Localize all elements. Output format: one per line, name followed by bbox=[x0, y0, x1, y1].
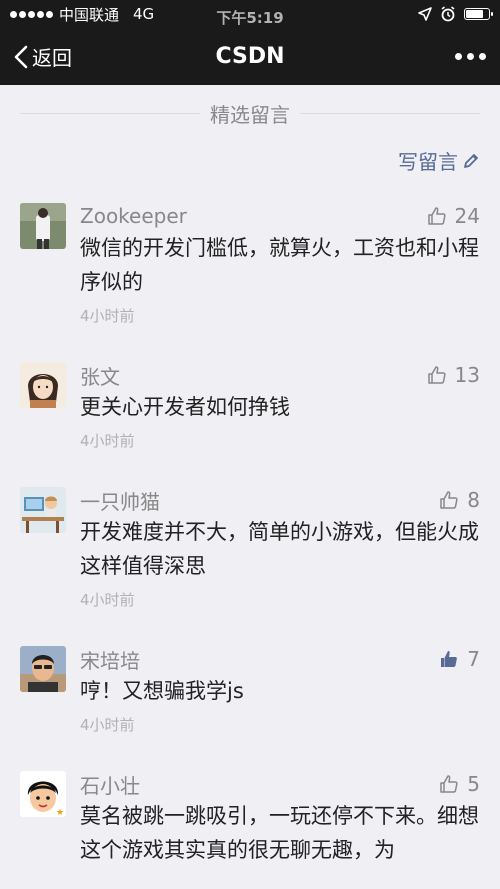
comment-text: 哼！又想骗我学js bbox=[80, 679, 244, 703]
thumbs-up-icon bbox=[427, 207, 446, 225]
more-dot bbox=[479, 53, 486, 60]
avatar[interactable] bbox=[20, 646, 66, 692]
comment-author[interactable]: 一只帅猫 bbox=[80, 486, 160, 515]
comment-item: ★ 石小壮 5 莫名被跳一跳吸引，一玩还停不下来。细想这个游戏其实真的很无聊无趣… bbox=[0, 771, 500, 867]
write-comment-button[interactable]: 写留言 bbox=[398, 146, 480, 175]
comment-list: Zookeeper 24 微信的开发门槛低，就算火，工资也和小程序似的 4小时前… bbox=[0, 203, 500, 867]
more-dot bbox=[467, 53, 474, 60]
comment-content: 张文 13 更关心开发者如何挣钱 4小时前 bbox=[80, 362, 480, 451]
comment-header: 一只帅猫 8 bbox=[80, 486, 480, 515]
avatar[interactable] bbox=[20, 487, 66, 533]
comment-header: 宋培培 7 bbox=[80, 645, 480, 674]
comment-header: Zookeeper 24 bbox=[80, 203, 480, 229]
status-right bbox=[418, 6, 493, 22]
comment-text: 更关心开发者如何挣钱 bbox=[80, 395, 290, 419]
comment-item: Zookeeper 24 微信的开发门槛低，就算火，工资也和小程序似的 4小时前 bbox=[0, 203, 500, 326]
comment-author[interactable]: 石小壮 bbox=[80, 770, 140, 799]
like-count: 13 bbox=[454, 363, 480, 387]
nav-bar: 返回 CSDN bbox=[0, 28, 500, 85]
signal-strength-icon bbox=[10, 10, 53, 18]
comment-author[interactable]: Zookeeper bbox=[80, 204, 187, 228]
comment-header: 石小壮 5 bbox=[80, 770, 480, 799]
comment-content: 石小壮 5 莫名被跳一跳吸引，一玩还停不下来。细想这个游戏其实真的很无聊无趣，为 bbox=[80, 771, 480, 867]
write-comment-label: 写留言 bbox=[398, 150, 458, 174]
thumbs-up-icon bbox=[427, 366, 446, 384]
comment-content: 一只帅猫 8 开发难度并不大，简单的小游戏，但能火成这样值得深思 4小时前 bbox=[80, 487, 480, 610]
location-icon bbox=[418, 7, 432, 21]
comment-item: 一只帅猫 8 开发难度并不大，简单的小游戏，但能火成这样值得深思 4小时前 bbox=[0, 487, 500, 610]
comment-content: Zookeeper 24 微信的开发门槛低，就算火，工资也和小程序似的 4小时前 bbox=[80, 203, 480, 326]
comment-time: 4小时前 bbox=[80, 307, 135, 325]
comment-time: 4小时前 bbox=[80, 591, 135, 609]
section-title: 精选留言 bbox=[210, 103, 290, 127]
comment-content: 宋培培 7 哼！又想骗我学js 4小时前 bbox=[80, 646, 480, 735]
battery-icon bbox=[464, 8, 493, 20]
comment-text: 微信的开发门槛低，就算火，工资也和小程序似的 bbox=[80, 236, 479, 294]
write-comment-row: 写留言 bbox=[0, 128, 500, 175]
like-button[interactable]: 13 bbox=[427, 363, 480, 387]
comment-author[interactable]: 张文 bbox=[80, 361, 120, 390]
like-count: 7 bbox=[467, 647, 480, 671]
status-left: 中国联通 4G bbox=[10, 4, 154, 25]
back-label: 返回 bbox=[32, 46, 72, 70]
like-count: 8 bbox=[467, 488, 480, 512]
like-button[interactable]: 7 bbox=[439, 647, 480, 671]
thumbs-up-icon bbox=[440, 491, 458, 509]
avatar[interactable] bbox=[20, 203, 66, 249]
featured-comments-header: 精选留言 bbox=[0, 99, 500, 128]
page-title: CSDN bbox=[215, 44, 285, 69]
like-button[interactable]: 5 bbox=[439, 772, 480, 796]
chevron-left-icon bbox=[14, 45, 28, 68]
comment-time: 4小时前 bbox=[80, 716, 135, 734]
divider bbox=[300, 113, 480, 114]
back-button[interactable]: 返回 bbox=[14, 42, 72, 71]
like-button[interactable]: 24 bbox=[427, 204, 480, 228]
svg-text:★: ★ bbox=[56, 808, 64, 817]
carrier-name: 中国联通 bbox=[59, 5, 120, 24]
more-menu-button[interactable] bbox=[455, 53, 486, 60]
divider bbox=[20, 113, 200, 114]
like-count: 24 bbox=[454, 204, 480, 228]
avatar[interactable]: ★ bbox=[20, 771, 66, 817]
like-button[interactable]: 8 bbox=[439, 488, 480, 512]
comment-item: 宋培培 7 哼！又想骗我学js 4小时前 bbox=[0, 646, 500, 735]
comment-author[interactable]: 宋培培 bbox=[80, 645, 140, 674]
network-type: 4G bbox=[133, 5, 155, 23]
avatar[interactable] bbox=[20, 362, 66, 408]
comment-time: 4小时前 bbox=[80, 432, 135, 450]
pencil-icon bbox=[464, 153, 478, 168]
comment-item: 张文 13 更关心开发者如何挣钱 4小时前 bbox=[0, 362, 500, 451]
thumbs-up-icon bbox=[440, 775, 458, 793]
comment-header: 张文 13 bbox=[80, 361, 480, 390]
thumbs-up-filled-icon bbox=[441, 651, 458, 667]
alarm-icon bbox=[441, 6, 455, 22]
more-dot bbox=[455, 53, 462, 60]
comment-text: 开发难度并不大，简单的小游戏，但能火成这样值得深思 bbox=[80, 520, 479, 578]
like-count: 5 bbox=[467, 772, 480, 796]
status-bar: 中国联通 4G 下午5:19 bbox=[0, 0, 500, 28]
comment-text: 莫名被跳一跳吸引，一玩还停不下来。细想这个游戏其实真的很无聊无趣，为 bbox=[80, 804, 479, 862]
